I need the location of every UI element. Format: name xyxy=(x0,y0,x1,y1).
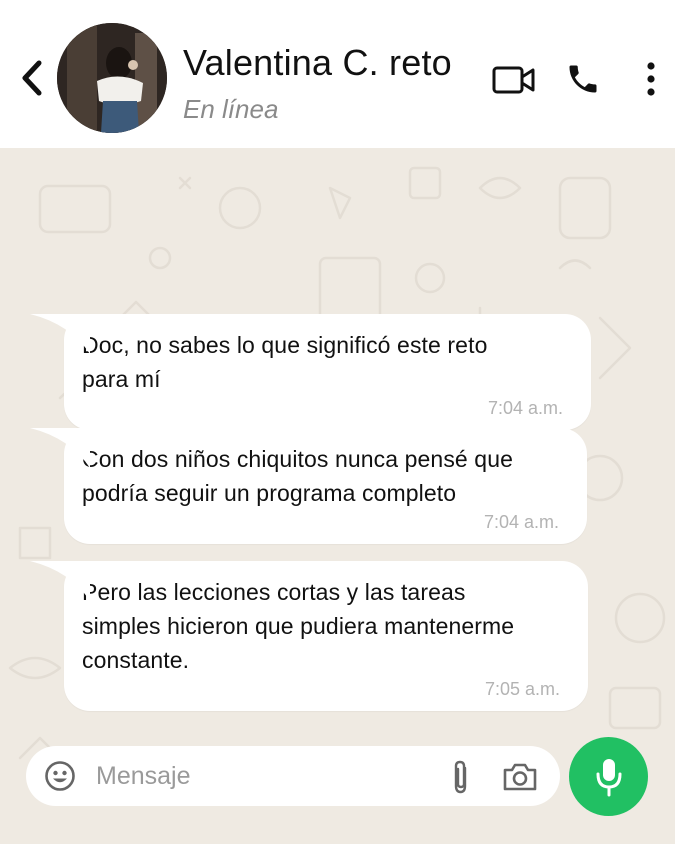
video-call-button[interactable] xyxy=(490,60,538,100)
message-text: Doc, no sabes lo que significó este reto… xyxy=(82,332,488,392)
chat-header: Valentina C. reto En línea xyxy=(0,0,675,148)
avatar[interactable] xyxy=(57,23,167,133)
message-input[interactable] xyxy=(96,756,416,796)
contact-status: En línea xyxy=(183,94,279,124)
message-timestamp: 7:04 a.m. xyxy=(487,398,563,418)
more-options-button[interactable] xyxy=(636,56,666,102)
profile-photo xyxy=(57,23,167,133)
message-timestamp: 7:04 a.m. xyxy=(483,512,559,532)
message-bubble[interactable]: Con dos niños chiquitos nunca pensé que … xyxy=(30,428,587,544)
microphone-icon xyxy=(596,758,621,796)
message-bubble[interactable]: Pero las lecciones cortas y las tareas s… xyxy=(30,561,588,711)
emoji-button[interactable] xyxy=(43,759,77,793)
contact-name[interactable]: Valentina C. reto xyxy=(183,42,452,84)
bubble-tail xyxy=(30,314,90,354)
back-button[interactable] xyxy=(14,56,50,100)
bubble-tail xyxy=(30,561,90,601)
voice-call-button[interactable] xyxy=(562,58,604,100)
message-text: Pero las lecciones cortas y las tareas s… xyxy=(82,579,515,673)
more-options-icon xyxy=(647,62,655,96)
bubble-tail xyxy=(30,428,90,468)
attach-icon xyxy=(454,760,467,794)
message-bubble[interactable]: Doc, no sabes lo que significó este reto… xyxy=(30,314,591,430)
video-call-icon xyxy=(492,66,535,94)
attach-button[interactable] xyxy=(446,758,476,796)
voice-message-button[interactable] xyxy=(569,737,648,816)
camera-button[interactable] xyxy=(500,760,540,794)
message-composer xyxy=(26,746,560,806)
phone-icon xyxy=(569,65,597,93)
camera-icon xyxy=(503,763,537,791)
emoji-icon xyxy=(45,761,75,791)
message-timestamp: 7:05 a.m. xyxy=(484,679,560,699)
message-text: Con dos niños chiquitos nunca pensé que … xyxy=(82,446,513,506)
chat-area: Doc, no sabes lo que significó este reto… xyxy=(0,148,675,844)
back-arrow-icon xyxy=(22,60,42,96)
